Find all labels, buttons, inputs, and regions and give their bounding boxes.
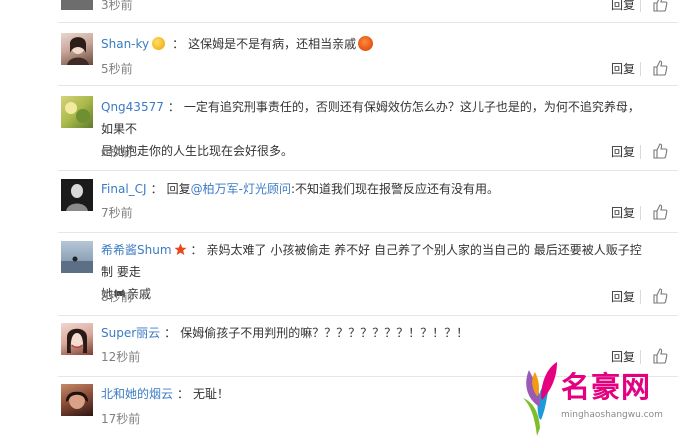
avatar-image	[61, 256, 93, 273]
watermark-url: minghaoshangwu.com	[561, 410, 663, 420]
avatar-image	[66, 184, 88, 211]
comment-time: 3秒前	[101, 0, 133, 12]
reply-button[interactable]: 回复	[611, 60, 635, 77]
comment-text: :不知道我们现在报警反应还有没有用。	[290, 182, 499, 196]
comment-item: Shan-ky ：这保姆是不是有病，还相当亲戚 5秒前 回复	[0, 23, 690, 85]
reply-button[interactable]: 回复	[611, 204, 635, 221]
comment-text: 这保姆是不是有病，还相当亲戚	[188, 37, 357, 51]
avatar[interactable]	[61, 384, 93, 416]
divider	[640, 145, 641, 159]
comment-time: 5秒前	[101, 62, 133, 76]
angry-face-emoji-icon	[358, 36, 374, 51]
reply-button[interactable]: 回复	[611, 143, 635, 160]
like-icon[interactable]	[652, 0, 668, 12]
reply-button[interactable]: 回复	[611, 288, 635, 305]
divider	[640, 290, 641, 304]
watermark-title: 名豪网	[561, 370, 652, 404]
comment-body: Super丽云 ：保姆偷孩子不用判刑的嘛？？？？？？？？！？！？！	[101, 322, 650, 344]
comment-time: 7秒前	[101, 206, 133, 220]
divider	[640, 62, 641, 76]
comment-username[interactable]: 北和她的烟云	[101, 387, 173, 401]
like-icon[interactable]	[652, 60, 668, 76]
avatar-image	[65, 391, 89, 409]
comment-text: 无耻！	[193, 387, 230, 401]
comment-body: Qng43577：一定有追究刑事责任的，否则还有保姆效仿怎么办？这儿子也是的，为…	[101, 96, 650, 162]
comment-username[interactable]: Shan-ky	[101, 37, 149, 51]
comment-time: 8秒前	[101, 290, 133, 304]
comment-colon: ：	[150, 182, 163, 196]
avatar[interactable]	[61, 0, 93, 10]
like-icon[interactable]	[652, 143, 668, 159]
vip-badge-icon	[152, 37, 166, 50]
like-icon[interactable]	[652, 204, 668, 220]
avatar[interactable]	[61, 323, 93, 355]
avatar[interactable]	[61, 179, 93, 211]
comment-username[interactable]: Final_CJ	[101, 182, 147, 196]
comment-time: 12秒前	[101, 350, 141, 364]
avatar-image	[67, 37, 89, 65]
comment-username[interactable]: Super丽云	[101, 326, 160, 340]
comment-username[interactable]: 希希酱Shum	[101, 243, 172, 257]
comment-username[interactable]: Qng43577	[101, 100, 164, 114]
comment-colon: ：	[190, 243, 203, 257]
comment-colon: ：	[172, 37, 185, 51]
site-watermark: 名豪网 minghaoshangwu.com	[505, 356, 690, 441]
comment-item: Qng43577：一定有追究刑事责任的，否则还有保姆效仿怎么办？这儿子也是的，为…	[0, 86, 690, 170]
divider	[640, 206, 641, 220]
like-icon[interactable]	[652, 288, 668, 304]
avatar[interactable]	[61, 96, 93, 128]
comment-text: 保姆偷孩子不用判刑的嘛？？？？？？？？！？！？！	[180, 326, 469, 340]
comment-body: 希希酱Shum：亲妈太难了 小孩被偷走 养不好 自己养了个别人家的当自己的 最后…	[101, 239, 650, 305]
reply-prefix: 回复	[166, 182, 191, 196]
comment-colon: ：	[177, 387, 190, 401]
avatar-image	[67, 328, 87, 353]
watermark-logo-icon	[523, 362, 557, 436]
comment-time: 6秒前	[101, 145, 133, 159]
avatar[interactable]	[61, 33, 93, 65]
mention-link[interactable]: @柏万军-灯光顾问	[191, 182, 291, 196]
avatar-image	[65, 102, 90, 123]
avatar[interactable]	[61, 241, 93, 273]
star-badge-icon	[173, 243, 187, 256]
comment-colon: ：	[164, 326, 177, 340]
comment-body: Final_CJ：回复@柏万军-灯光顾问:不知道我们现在报警反应还有没有用。	[101, 178, 650, 200]
comment-item: Final_CJ：回复@柏万军-灯光顾问:不知道我们现在报警反应还有没有用。 7…	[0, 171, 690, 232]
comment-colon: ：	[167, 100, 180, 114]
comment-time: 17秒前	[101, 412, 141, 426]
comment-partial-top: 3秒前 回复	[0, 0, 690, 22]
comment-body: Shan-ky ：这保姆是不是有病，还相当亲戚	[101, 33, 650, 55]
divider	[640, 0, 641, 12]
comment-item: 希希酱Shum：亲妈太难了 小孩被偷走 养不好 自己养了个别人家的当自己的 最后…	[0, 233, 690, 315]
comment-text: 一定有追究刑事责任的，否则还有保姆效仿怎么办？这儿子也是的，为何不追究养母，如果…	[101, 100, 640, 136]
reply-button[interactable]: 回复	[611, 0, 635, 13]
